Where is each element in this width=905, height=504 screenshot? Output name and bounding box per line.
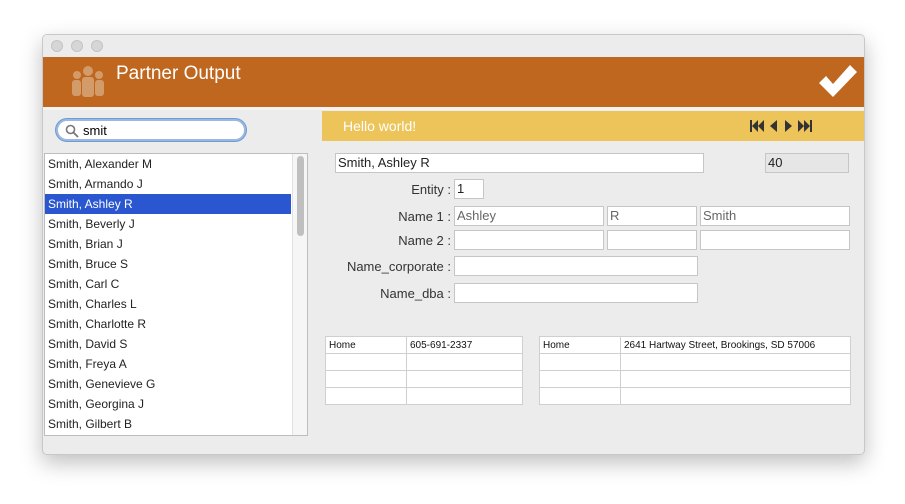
list-item[interactable]: Smith, Carl C (45, 274, 307, 294)
people-group-icon (72, 66, 104, 97)
name2-first-field[interactable] (454, 230, 604, 250)
list-item[interactable]: Smith, Bruce S (45, 254, 307, 274)
app-title: Partner Output (116, 63, 241, 84)
address-type-cell[interactable] (539, 370, 621, 388)
list-item[interactable]: Smith, David S (45, 334, 307, 354)
name2-label: Name 2 : (398, 233, 451, 248)
dba-label: Name_dba : (380, 286, 451, 301)
checkmark-icon[interactable] (816, 61, 858, 101)
title-bar (43, 35, 864, 58)
name1-label: Name 1 : (398, 209, 451, 224)
phone-type-cell[interactable] (325, 353, 407, 371)
list-scrollbar-thumb[interactable] (297, 156, 304, 236)
previous-record-icon[interactable] (768, 119, 778, 133)
list-scrollbar[interactable] (292, 154, 307, 435)
minimize-window-button[interactable] (71, 40, 83, 52)
phone-number-cell[interactable] (406, 387, 523, 405)
list-item[interactable]: Smith, Brian J (45, 234, 307, 254)
table-row[interactable]: Home 605-691-2337 (325, 336, 523, 354)
list-item-selected[interactable]: Smith, Ashley R (45, 194, 291, 214)
list-item[interactable]: Smith, Armando J (45, 174, 307, 194)
table-row[interactable] (539, 370, 851, 388)
phone-number-cell[interactable] (406, 353, 523, 371)
name1-first-field[interactable]: Ashley (454, 206, 604, 226)
corporate-name-field[interactable] (454, 256, 698, 276)
address-type-cell[interactable] (539, 353, 621, 371)
next-record-icon[interactable] (784, 119, 794, 133)
address-cell[interactable] (620, 387, 851, 405)
table-row[interactable] (539, 387, 851, 405)
name1-middle-field[interactable]: R (607, 206, 697, 226)
list-item[interactable]: Smith, Beverly J (45, 214, 307, 234)
name1-last-field[interactable]: Smith (700, 206, 850, 226)
entity-label: Entity : (411, 182, 451, 197)
corporate-label: Name_corporate : (346, 259, 451, 274)
app-window: Partner Output Smith, Alexander M Smith,… (42, 34, 865, 455)
last-record-icon[interactable] (798, 119, 812, 133)
search-field[interactable] (56, 119, 246, 141)
phone-type-cell[interactable] (325, 387, 407, 405)
address-type-cell[interactable]: Home (539, 336, 621, 354)
table-row[interactable] (539, 353, 851, 371)
dba-name-field[interactable] (454, 283, 698, 303)
header-divider (43, 107, 864, 110)
first-record-icon[interactable] (750, 119, 764, 133)
list-item[interactable]: Smith, Alexander M (45, 154, 307, 174)
table-row[interactable] (325, 370, 523, 388)
record-id-field: 40 (765, 153, 849, 173)
table-row[interactable] (325, 353, 523, 371)
phone-type-cell[interactable] (325, 370, 407, 388)
list-item[interactable]: Smith, Gilbert B (45, 414, 307, 434)
phone-table: Home 605-691-2337 (325, 336, 523, 405)
list-item[interactable]: Smith, Charles L (45, 294, 307, 314)
close-window-button[interactable] (51, 40, 63, 52)
address-cell[interactable]: 2641 Hartway Street, Brookings, SD 57006 (620, 336, 851, 354)
zoom-window-button[interactable] (91, 40, 103, 52)
entity-field[interactable]: 1 (454, 179, 484, 199)
table-row[interactable] (325, 387, 523, 405)
search-icon (65, 124, 79, 138)
table-row[interactable]: Home 2641 Hartway Street, Brookings, SD 5… (539, 336, 851, 354)
partner-list[interactable]: Smith, Alexander M Smith, Armando J Smit… (44, 153, 308, 436)
name2-middle-field[interactable] (607, 230, 697, 250)
address-table: Home 2641 Hartway Street, Brookings, SD 5… (539, 336, 851, 405)
address-cell[interactable] (620, 370, 851, 388)
full-name-field[interactable]: Smith, Ashley R (335, 153, 704, 173)
banner: Hello world! (322, 111, 864, 141)
app-header: Partner Output (43, 57, 864, 107)
list-item[interactable]: Smith, Georgina J (45, 394, 307, 414)
list-item[interactable]: Smith, Charlotte R (45, 314, 307, 334)
list-item[interactable]: Smith, Genevieve G (45, 374, 307, 394)
phone-type-cell[interactable]: Home (325, 336, 407, 354)
address-type-cell[interactable] (539, 387, 621, 405)
address-cell[interactable] (620, 353, 851, 371)
banner-text: Hello world! (343, 118, 417, 134)
name2-last-field[interactable] (700, 230, 850, 250)
list-item[interactable]: Smith, Freya A (45, 354, 307, 374)
phone-number-cell[interactable]: 605-691-2337 (406, 336, 523, 354)
phone-number-cell[interactable] (406, 370, 523, 388)
search-input[interactable] (83, 122, 233, 138)
